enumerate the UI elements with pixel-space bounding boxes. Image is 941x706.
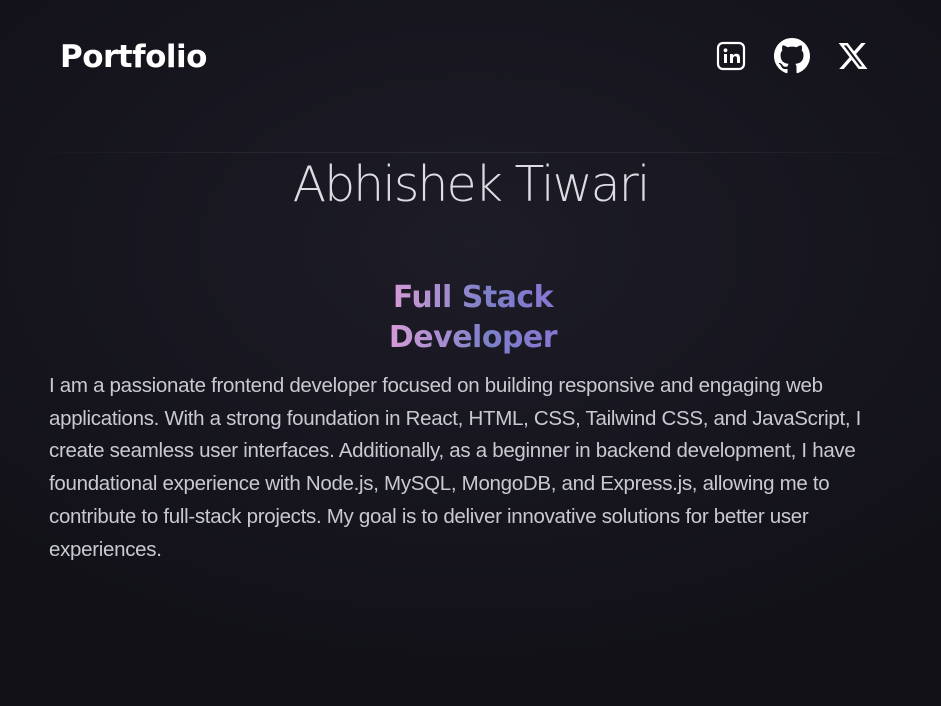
linkedin-icon	[716, 41, 746, 71]
github-link[interactable]	[774, 38, 810, 74]
social-links	[713, 38, 871, 74]
site-logo[interactable]: Portfolio	[60, 36, 207, 78]
navbar: Portfolio	[0, 0, 941, 115]
linkedin-link[interactable]	[713, 38, 749, 74]
github-icon	[774, 38, 810, 74]
hero-name: Abhishek Tiwari	[292, 156, 651, 213]
hero-role: Full Stack Developer	[313, 278, 633, 358]
x-link[interactable]	[835, 38, 871, 74]
x-icon	[838, 43, 868, 69]
header-divider	[0, 152, 941, 153]
hero-bio: I am a passionate frontend developer foc…	[49, 374, 862, 561]
